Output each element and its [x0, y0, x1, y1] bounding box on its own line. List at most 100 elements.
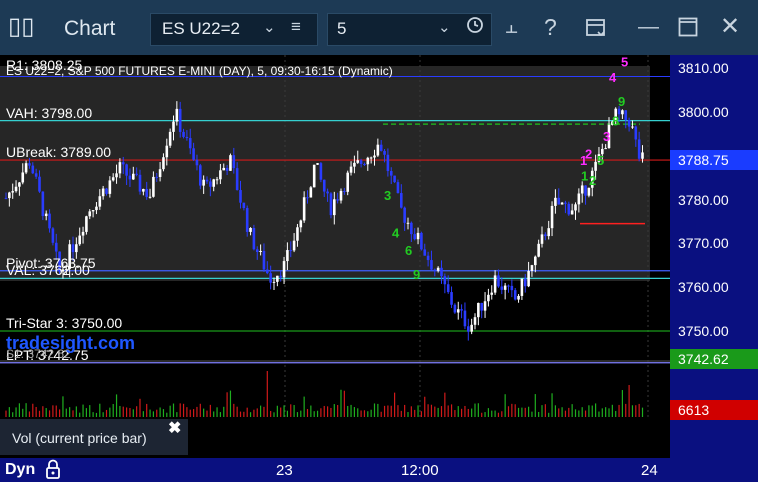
candle-body — [554, 197, 557, 206]
candle-body — [477, 302, 480, 318]
candle-body — [396, 182, 400, 194]
volume-bar — [444, 392, 446, 417]
volume-bar — [584, 410, 587, 417]
candle-body — [188, 138, 192, 149]
candle-body — [480, 302, 483, 311]
period-value[interactable]: 5 — [337, 18, 346, 40]
candle-body — [81, 231, 85, 236]
candle-body — [48, 213, 51, 229]
candle-body — [209, 181, 212, 187]
minimize-icon[interactable]: — — [638, 14, 659, 40]
close-icon[interactable]: ✖ — [168, 420, 181, 438]
count-marker: 6 — [405, 243, 412, 258]
volume-bar — [595, 403, 597, 417]
volume-bar — [611, 404, 613, 417]
candle-body — [453, 304, 457, 313]
clock-icon[interactable] — [466, 16, 484, 34]
candle-body — [550, 205, 554, 229]
symbol-value[interactable]: ES U22=2 — [162, 18, 240, 40]
volume-bar — [136, 406, 138, 417]
candle-body — [132, 173, 135, 180]
volume-bar — [75, 406, 77, 417]
volume-bar — [541, 405, 543, 417]
candle-body — [520, 278, 524, 296]
volume-bar — [300, 410, 302, 417]
volume-bar — [239, 411, 242, 417]
candle-body — [567, 203, 571, 215]
candle-body — [393, 175, 396, 183]
dyn-mode-label[interactable]: Dyn — [5, 461, 35, 479]
volume-bar — [15, 407, 17, 417]
candle-body — [205, 179, 209, 182]
candle-body — [624, 110, 628, 121]
volume-bar — [12, 412, 14, 417]
layout-icon[interactable] — [584, 16, 608, 40]
volume-bar — [608, 408, 610, 417]
volume-bar — [119, 405, 121, 417]
chart-app-icon[interactable]: ▯▯ — [8, 12, 34, 42]
volume-bar — [501, 411, 503, 417]
candle-body — [473, 317, 477, 325]
time-axis-label: 23 — [276, 462, 293, 479]
volume-bar — [628, 385, 630, 417]
volume-bar — [25, 403, 27, 417]
volume-bar — [598, 411, 600, 417]
chevron-down-icon[interactable]: ⌄ — [263, 17, 276, 39]
close-icon[interactable]: ✕ — [720, 14, 740, 40]
candle-body — [426, 255, 430, 261]
chevron-down-icon[interactable]: ⌄ — [438, 17, 451, 39]
volume-bar — [146, 403, 148, 417]
count-marker: 5 — [597, 153, 604, 168]
volume-bar — [424, 396, 426, 417]
volume-bar — [464, 405, 466, 417]
candle-body — [637, 139, 641, 159]
count-marker: 9 — [618, 94, 625, 109]
volume-bar — [377, 403, 379, 417]
candle-body — [376, 144, 380, 156]
volume-bar — [618, 404, 620, 417]
candle-body — [85, 216, 88, 232]
help-icon[interactable]: ? — [544, 14, 557, 40]
volume-bar — [152, 411, 154, 417]
candle-body — [443, 276, 447, 285]
volume-bar — [641, 407, 644, 417]
price-chart[interactable]: 543219851 23469 — [0, 55, 670, 419]
candle-body — [95, 206, 98, 211]
candle-body — [322, 179, 326, 192]
price-tick-label: 3760.00 — [678, 279, 729, 296]
candle-body — [373, 155, 376, 158]
chart-window: ▯▯ Chart ES U22=2 ⌄ ≡ 5 ⌄ ⫠ ? — ✕ 543219… — [0, 0, 758, 482]
count-marker: 5 — [621, 55, 628, 69]
volume-bar — [55, 405, 57, 417]
volume-bar — [434, 406, 436, 417]
maximize-icon[interactable] — [678, 17, 698, 37]
volume-bar — [420, 411, 422, 417]
volume-bar — [45, 408, 47, 417]
candle-body — [343, 190, 346, 192]
candle-body — [547, 228, 550, 237]
candle-body — [530, 265, 534, 271]
candle-body — [584, 185, 587, 196]
menu-icon[interactable]: ≡ — [291, 16, 301, 38]
candle-body — [91, 210, 95, 212]
volume-bar — [461, 408, 463, 417]
candle-body — [641, 152, 644, 159]
candle-body — [413, 234, 416, 240]
candle-body — [125, 164, 128, 176]
volume-bar — [474, 403, 476, 417]
candle-body — [369, 157, 373, 159]
lock-icon[interactable] — [44, 458, 62, 480]
candle-body — [483, 301, 487, 311]
volume-bar — [132, 409, 134, 417]
volume-bar — [447, 405, 449, 417]
candle-body — [339, 190, 343, 201]
volume-bar — [172, 403, 175, 417]
volume-bar — [162, 409, 165, 417]
candle-body — [78, 235, 81, 245]
volume-bar — [306, 409, 309, 417]
candle-body — [570, 210, 574, 215]
candle-body — [71, 244, 75, 253]
candle-body — [108, 180, 112, 194]
time-axis-label: 12:00 — [401, 462, 439, 479]
link-icon[interactable]: ⫠ — [505, 14, 518, 40]
